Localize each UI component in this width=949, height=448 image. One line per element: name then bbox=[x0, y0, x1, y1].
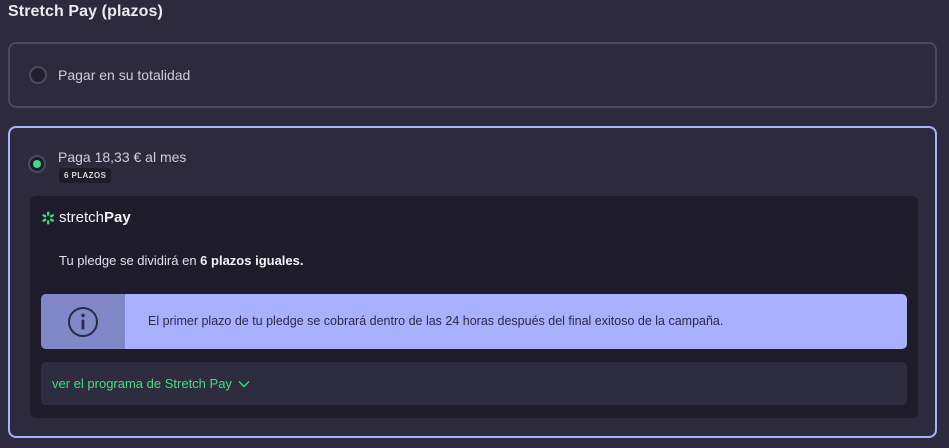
pledge-split-bold: 6 plazos iguales. bbox=[200, 253, 304, 268]
view-schedule-link[interactable]: ver el programa de Stretch Pay bbox=[41, 362, 907, 405]
option-pay-full[interactable]: Pagar en su totalidad bbox=[8, 42, 937, 108]
info-icon-area bbox=[41, 294, 125, 349]
option-pay-installments[interactable]: Paga 18,33 € al mes 6 PLAZOS stretchPay … bbox=[8, 126, 937, 438]
option-pay-full-label: Pagar en su totalidad bbox=[58, 67, 191, 83]
section-title: Stretch Pay (plazos) bbox=[8, 3, 163, 20]
stretch-pay-panel: stretchPay Tu pledge se dividirá en 6 pl… bbox=[30, 196, 918, 418]
logo-text-light: stretch bbox=[59, 209, 105, 226]
stretch-pay-logo: stretchPay bbox=[41, 209, 131, 226]
info-notice-text: El primer plazo de tu pledge se cobrará … bbox=[148, 314, 724, 328]
view-schedule-label: ver el programa de Stretch Pay bbox=[52, 376, 232, 391]
radio-selected-dot bbox=[33, 160, 41, 168]
radio-pay-installments[interactable] bbox=[28, 155, 46, 173]
chevron-down-icon bbox=[238, 380, 250, 387]
page: Stretch Pay (plazos) Pagar en su totalid… bbox=[0, 0, 949, 448]
stretch-pay-logo-icon bbox=[42, 211, 55, 224]
radio-pay-full[interactable] bbox=[29, 66, 47, 84]
option-installments-label: Paga 18,33 € al mes bbox=[58, 149, 187, 165]
info-circle-icon bbox=[68, 306, 98, 337]
info-notice: El primer plazo de tu pledge se cobrará … bbox=[41, 294, 907, 349]
pledge-split-text: Tu pledge se dividirá en 6 plazos iguale… bbox=[59, 253, 304, 268]
logo-text-bold: Pay bbox=[104, 209, 131, 226]
installments-badge: 6 PLAZOS bbox=[59, 168, 112, 183]
pledge-split-prefix: Tu pledge se dividirá en bbox=[59, 253, 201, 268]
